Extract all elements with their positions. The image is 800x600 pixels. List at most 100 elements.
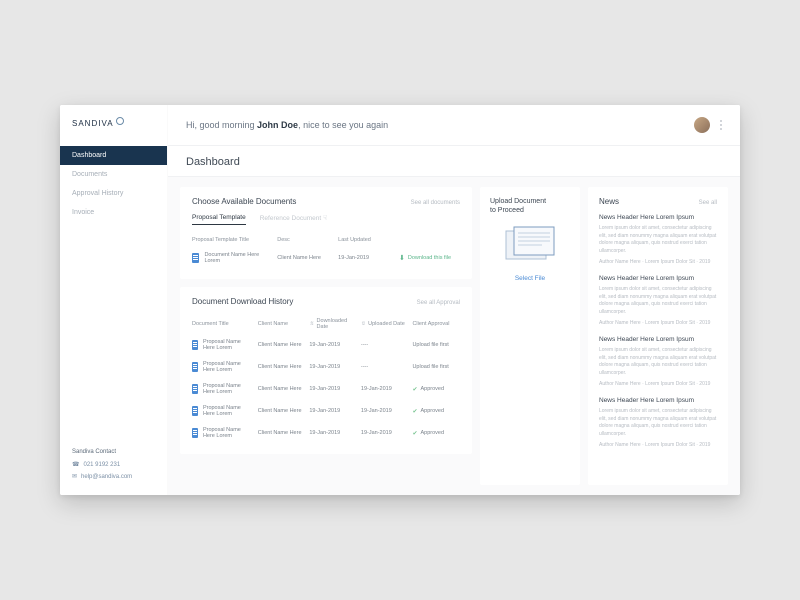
row-downloaded: 19-Jan-2019 [309, 430, 357, 436]
doc-cell: Proposal Name Here Lorem [192, 361, 254, 373]
doc-cell: Proposal Name Here Lorem [192, 405, 254, 417]
news-item[interactable]: News Header Here Lorem Ipsum Lorem ipsum … [599, 275, 717, 326]
news-item-body: Lorem ipsum dolor sit amet, consectetur … [599, 286, 717, 316]
contact-phone-row: ☎ 021 9192 231 [72, 461, 155, 468]
table-row: Document Name Here Lorem Client Name Her… [192, 247, 460, 269]
word-doc-icon [192, 362, 198, 372]
news-item[interactable]: News Header Here Lorem IpsumLorem ipsum … [599, 214, 717, 265]
th-title: Proposal Template Title [192, 237, 271, 243]
see-all-approval-link[interactable]: See all Approval [417, 300, 460, 306]
topbar-right [694, 117, 722, 133]
row-approval: ✔Approved [412, 430, 460, 437]
word-doc-icon [192, 253, 199, 263]
tab-reference-document[interactable]: Reference Document ☟ [260, 214, 328, 225]
see-all-documents-link[interactable]: See all documents [411, 200, 460, 206]
row-uploaded: ---- [361, 364, 409, 370]
more-menu-icon[interactable] [720, 120, 722, 130]
doc-cell: Proposal Name Here Lorem [192, 339, 254, 351]
th-uploaded[interactable]: ⇅Uploaded Date [361, 321, 409, 327]
sort-icon: ⇅ [361, 321, 365, 327]
doc-cell: Document Name Here Lorem [192, 252, 271, 264]
word-doc-icon [192, 428, 198, 438]
topbar: Hi, good morning John Doe, nice to see y… [168, 105, 740, 146]
app-window: SANDIVA Dashboard Documents Approval His… [60, 105, 740, 495]
card-header: Choose Available Documents See all docum… [192, 197, 460, 206]
row-uploaded: 19-Jan-2019 [361, 430, 409, 436]
main-area: Hi, good morning John Doe, nice to see y… [168, 105, 740, 495]
row-uploaded: ---- [361, 342, 409, 348]
row-client: Client Name Here [258, 430, 306, 436]
news-item[interactable]: News Header Here Lorem Ipsum Lorem ipsum … [599, 336, 717, 387]
left-column: Choose Available Documents See all docum… [180, 187, 472, 485]
sidebar-item-documents[interactable]: Documents [60, 165, 167, 184]
th-desc: Desc [277, 237, 332, 243]
doc-cell: Proposal Name Here Lorem [192, 427, 254, 439]
cursor-hand-icon: ☟ [323, 215, 327, 222]
greeting-post: , nice to see you again [298, 120, 388, 130]
news-item-body: Lorem ipsum dolor sit amet, consectetur … [599, 347, 717, 377]
upload-title: Upload Document to Proceed [490, 197, 546, 215]
news-list: News Header Here Lorem Ipsum Lorem ipsum … [599, 214, 717, 448]
news-item-meta: Author Name Here · Lorem Ipsum Dolor Sit… [599, 320, 717, 326]
brand-logo: SANDIVA [60, 119, 167, 146]
sidebar-item-approval-history[interactable]: Approval History [60, 184, 167, 203]
sidebar-item-dashboard[interactable]: Dashboard [60, 146, 167, 165]
news-card: News See all News Header Here Lorem Ipsu… [588, 187, 728, 485]
sort-icon: ⇅ [309, 321, 313, 327]
th-updated: Last Updated [338, 237, 393, 243]
row-title: Proposal Name Here Lorem [203, 361, 254, 373]
tab-reference-label: Reference Document [260, 215, 321, 222]
sidebar: SANDIVA Dashboard Documents Approval His… [60, 105, 168, 495]
news-item-meta: Author Name Here · Lorem Ipsum Dolor Sit… [599, 381, 717, 387]
history-rows: Proposal Name Here Lorem Client Name Here… [192, 334, 460, 444]
word-doc-icon [192, 340, 198, 350]
greeting-text: Hi, good morning John Doe, nice to see y… [186, 120, 388, 130]
doc-title: Document Name Here Lorem [204, 252, 271, 264]
download-history-card: Document Download History See all Approv… [180, 287, 472, 454]
select-file-button[interactable]: Select File [515, 275, 545, 282]
card-title: Document Download History [192, 297, 293, 306]
check-icon: ✔ [412, 430, 417, 437]
page-title: Dashboard [168, 146, 740, 177]
table-row: Proposal Name Here Lorem Client Name Here… [192, 356, 460, 378]
news-item[interactable]: News Header Here Lorem IpsumLorem ipsum … [599, 397, 717, 448]
row-uploaded: 19-Jan-2019 [361, 408, 409, 414]
see-all-news-link[interactable]: See all [699, 200, 717, 206]
primary-nav: Dashboard Documents Approval History Inv… [60, 146, 167, 222]
contact-block: Sandiva Contact ☎ 021 9192 231 ✉ help@sa… [60, 449, 167, 485]
avatar[interactable] [694, 117, 710, 133]
th-downloaded[interactable]: ⇅Downloaded Date [309, 318, 357, 330]
history-table-header: Document Title Client Name ⇅Downloaded D… [192, 314, 460, 334]
news-item-title: News Header Here Lorem Ipsum [599, 336, 717, 343]
row-title: Proposal Name Here Lorem [203, 427, 254, 439]
table-row: Proposal Name Here Lorem Client Name Here… [192, 334, 460, 356]
tab-proposal-template[interactable]: Proposal Template [192, 214, 246, 225]
row-approval: Upload file first [412, 364, 460, 370]
word-doc-icon [192, 384, 198, 394]
table-row: Proposal Name Here LoremClient Name Here… [192, 400, 460, 422]
mail-icon: ✉ [72, 473, 77, 480]
contact-email-row: ✉ help@sandiva.com [72, 473, 155, 480]
card-header: News See all [599, 197, 717, 206]
sidebar-item-invoice[interactable]: Invoice [60, 203, 167, 222]
contact-email: help@sandiva.com [81, 474, 132, 480]
row-client: Client Name Here [258, 364, 306, 370]
doc-desc: Client Name Here [277, 255, 332, 261]
row-approval: ✔Approved [412, 408, 460, 415]
download-file-link[interactable]: ⬇ Download this file [399, 254, 460, 262]
download-label: Download this file [408, 255, 451, 261]
table-row: Proposal Name Here LoremClient Name Here… [192, 378, 460, 400]
row-approval: ✔Approved [412, 386, 460, 393]
available-documents-card: Choose Available Documents See all docum… [180, 187, 472, 279]
card-header: Document Download History See all Approv… [192, 297, 460, 306]
contact-title: Sandiva Contact [72, 449, 155, 455]
row-downloaded: 19-Jan-2019 [309, 408, 357, 414]
row-client: Client Name Here [258, 342, 306, 348]
news-item-title: News Header Here Lorem Ipsum [599, 275, 717, 282]
word-doc-icon [192, 406, 198, 416]
card-title: Choose Available Documents [192, 197, 296, 206]
row-approval: Upload file first [412, 342, 460, 348]
th-client: Client Name [258, 321, 306, 327]
row-client: Client Name Here [258, 386, 306, 392]
content: Choose Available Documents See all docum… [168, 177, 740, 495]
